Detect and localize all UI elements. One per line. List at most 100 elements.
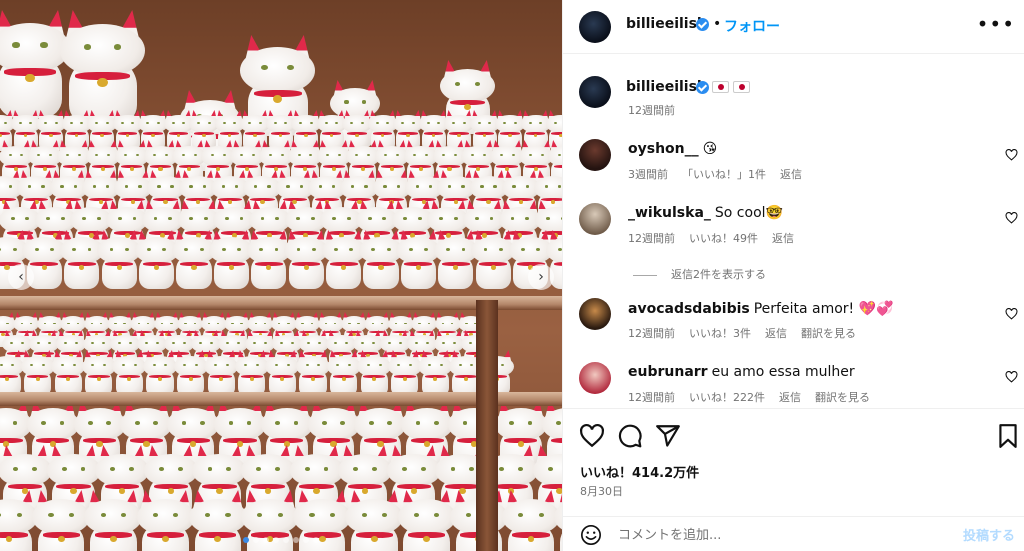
carousel-next-icon[interactable]: › [528,264,554,290]
carousel-dot [273,537,279,543]
cat-figurine [204,350,239,396]
cat-figurine [397,490,456,551]
carousel-dot [313,537,319,543]
cat-figurine [60,10,145,125]
likes-count[interactable]: いいね！414.2万件 [580,462,699,481]
translate-button[interactable]: 翻訳を見る [801,327,856,340]
comment-text-1: oyshon__ 😘 [628,141,717,157]
carousel-dot [263,537,269,543]
carousel-dot [303,537,309,543]
save-icon[interactable] [995,423,1021,449]
more-options-icon[interactable]: ••• [977,12,1015,36]
cat-figurine [112,350,147,396]
cat-figurine [81,350,116,396]
comment-like-count[interactable]: いいね！222件 [689,391,765,404]
comment-meta-3: 12週間前 いいね！3件 返信 翻訳を見る [628,325,870,341]
comment-body: So cool🤓 [714,205,783,221]
cat-figurine [173,350,208,396]
comment-avatar[interactable] [579,298,611,330]
comment-like-count[interactable]: 「いいね！」1件 [682,168,766,181]
cat-figurine [32,490,91,551]
cat-figurine [357,350,392,396]
comment-body: 😘 [702,141,718,157]
comment-like-icon[interactable] [1005,371,1018,383]
post-comment-button[interactable]: 投稿する [963,525,1015,544]
cat-figurine [20,350,55,396]
carousel-dot [293,537,299,543]
author-username[interactable]: billieeilish [626,16,707,32]
shelf-post [476,300,498,551]
post-image[interactable]: ‹ › [0,0,562,551]
view-replies-button[interactable]: 返信2件を表示する [633,266,766,282]
reply-button[interactable]: 返信 [772,232,794,245]
comment-body: Perfeita amor! 💖💞 [753,301,894,317]
comment-username[interactable]: avocadsdabibis [628,301,750,317]
action-bar: いいね！414.2万件 8月30日 [563,408,1024,516]
comment-input[interactable] [618,525,948,545]
cat-figurine [326,350,361,396]
cat-figurine [234,350,269,396]
comment-avatar[interactable] [579,203,611,235]
reply-button[interactable]: 返信 [765,327,787,340]
carousel-dots [243,537,319,543]
comment-time: 12週間前 [628,327,675,340]
comment-like-count[interactable]: いいね！49件 [689,232,758,245]
caption-avatar[interactable] [579,76,611,108]
comment-time: 12週間前 [628,232,675,245]
post-panel: billieeilish • フォロー ••• billieeilish 12週… [562,0,1024,551]
cat-figurine [418,350,453,396]
post-date: 8月30日 [580,485,623,498]
header-separator: • [713,16,722,32]
comment-text-3: avocadsdabibis Perfeita amor! 💖💞 [628,301,893,317]
comment-like-count[interactable]: いいね！3件 [689,327,751,340]
verified-icon [696,18,709,31]
comment-time: 12週間前 [628,391,675,404]
cat-figurine [84,490,143,551]
author-avatar[interactable] [579,11,611,43]
comment-avatar[interactable] [579,139,611,171]
share-icon[interactable] [655,423,681,449]
japan-flag-icon [712,81,729,93]
comment-username[interactable]: oyshon__ [628,141,699,157]
follow-button[interactable]: フォロー [724,16,780,36]
cat-figurine [188,490,247,551]
comment-like-icon[interactable] [1005,149,1018,161]
carousel-dot [253,537,259,543]
caption-time: 12週間前 [628,104,675,117]
cat-figurine [265,350,300,396]
reply-button[interactable]: 返信 [779,391,801,404]
cat-figurine [51,350,86,396]
comment-composer: 投稿する [563,516,1024,551]
like-icon[interactable] [579,423,605,449]
post-header: billieeilish • フォロー ••• [563,0,1024,54]
reply-button[interactable]: 返信 [780,168,802,181]
comment-like-icon[interactable] [1005,308,1018,320]
comment-avatar[interactable] [579,362,611,394]
comment-text-4: eubrunarr eu amo essa mulher [628,364,855,380]
comment-username[interactable]: _wikulska_ [628,205,711,221]
comment-meta-1: 3週間前 「いいね！」1件 返信 [628,166,816,182]
comment-text-2: _wikulska_ So cool🤓 [628,205,783,221]
cat-figurine [136,490,195,551]
carousel-prev-icon[interactable]: ‹ [8,264,34,290]
cat-figurine [387,350,422,396]
japan-flag-icon [733,81,750,93]
cat-figurine [296,350,330,396]
comment-username[interactable]: eubrunarr [628,364,708,380]
cat-figurine [502,490,560,551]
cat-figurine [143,350,177,396]
carousel-dot [283,537,289,543]
cat-figurine [345,490,404,551]
comment-like-icon[interactable] [1005,212,1018,224]
comment-meta-2: 12週間前 いいね！49件 返信 [628,230,808,246]
comment-icon[interactable] [617,423,643,449]
comment-body: eu amo essa mulher [711,364,855,380]
carousel-dot [243,537,249,543]
verified-icon [696,81,709,94]
cat-figurine [554,490,562,551]
comment-meta-4: 12週間前 いいね！222件 返信 翻訳を見る [628,389,884,405]
emoji-icon[interactable] [580,524,602,546]
caption-username[interactable]: billieeilish [626,79,707,95]
comment-time: 3週間前 [628,168,668,181]
translate-button[interactable]: 翻訳を見る [815,391,870,404]
